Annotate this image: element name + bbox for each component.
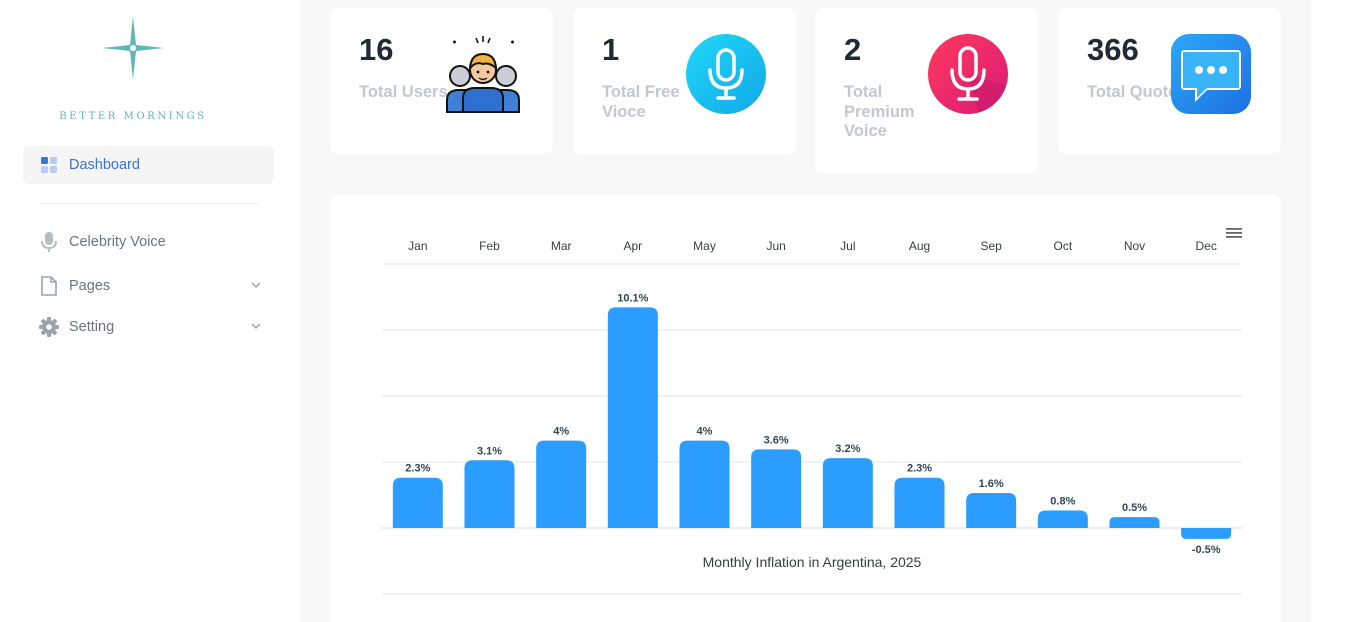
sidebar-item-label: Dashboard [69, 157, 140, 173]
x-tick-label: Jan [408, 239, 427, 253]
gear-icon [39, 317, 59, 337]
x-tick-label: Jul [840, 239, 855, 253]
chart-menu-icon[interactable] [1225, 226, 1243, 240]
data-label: 3.6% [764, 434, 789, 446]
data-label: 0.8% [1050, 496, 1075, 508]
data-label: 3.1% [477, 445, 502, 457]
stat-value: 366 [1087, 32, 1139, 67]
stat-value: 16 [359, 32, 394, 67]
x-tick-label: Apr [623, 239, 642, 253]
data-label: 3.2% [835, 443, 860, 455]
bar-aug [894, 477, 945, 528]
x-tick-label: May [693, 239, 716, 253]
microphone-icon [39, 232, 59, 252]
chevron-down-icon[interactable] [250, 279, 262, 291]
sidebar-item-pages[interactable]: Pages [23, 267, 274, 305]
bar-dec [1181, 528, 1232, 539]
bar-jan [392, 477, 443, 528]
logo-text: BETTER MORNINGS [59, 111, 207, 122]
bar-apr [607, 307, 658, 528]
x-tick-label: Feb [479, 239, 500, 253]
chat-bubble-icon [1171, 34, 1251, 114]
bar-oct [1037, 510, 1088, 528]
dashboard-icon [39, 155, 59, 175]
stat-card-free-voice: 1 Total Free Vioce [573, 8, 796, 154]
sidebar-item-setting[interactable]: Setting [23, 308, 274, 346]
stat-card-quote: 366 Total Quote [1058, 8, 1281, 154]
stat-card-premium-voice: 2 Total Premium Voice [815, 8, 1038, 174]
bar-feb [464, 460, 515, 528]
sidebar-item-label: Celebrity Voice [69, 234, 166, 250]
sidebar-item-dashboard[interactable]: Dashboard [23, 146, 274, 184]
stat-card-users: 16 Total Users [330, 8, 553, 154]
stat-label: Total Premium Voice [844, 83, 915, 140]
sidebar-divider [40, 203, 258, 204]
star-logo-icon [102, 16, 164, 80]
chart-panel: Jan 2.3% Feb 3.1% Mar 4% Apr 10.1% May 4% Jun 3.6% J… [330, 195, 1281, 622]
users-group-icon [446, 36, 520, 113]
data-label: 1.6% [979, 478, 1004, 490]
data-label: 10.1% [617, 292, 648, 304]
right-strip [1311, 0, 1351, 622]
data-label: 4% [553, 426, 569, 438]
sidebar-item-label: Pages [69, 278, 111, 294]
x-tick-label: Nov [1124, 239, 1145, 253]
x-tick-label: Aug [909, 239, 930, 253]
bar-jun [751, 449, 802, 528]
sidebar-item-label: Setting [69, 319, 115, 335]
x-tick-label: Jun [766, 239, 785, 253]
bar-jul [822, 458, 873, 528]
bar-nov [1109, 517, 1160, 528]
x-tick-label: Sep [980, 239, 1002, 253]
bar-may [679, 440, 730, 528]
data-label: 2.3% [907, 463, 932, 475]
data-label: 4% [697, 426, 713, 438]
data-label: 2.3% [405, 463, 430, 475]
logo[interactable]: BETTER MORNINGS [52, 14, 214, 124]
data-label: 0.5% [1122, 502, 1147, 514]
bar-sep [966, 493, 1017, 528]
x-tick-label: Mar [551, 239, 572, 253]
x-tick-label: Dec [1195, 239, 1216, 253]
data-label: -0.5% [1192, 544, 1221, 556]
sidebar-item-celebrity-voice[interactable]: Celebrity Voice [23, 223, 274, 261]
microphone-cyan-icon [686, 34, 766, 114]
document-icon [39, 276, 59, 296]
bar-mar [536, 440, 587, 528]
sidebar: BETTER MORNINGS Dashboard Celebrity Voic… [0, 0, 300, 622]
chevron-down-icon[interactable] [250, 320, 262, 332]
stat-value: 1 [602, 32, 620, 67]
stat-value: 2 [844, 32, 862, 67]
inflation-bar-chart: Jan 2.3% Feb 3.1% Mar 4% Apr 10.1% May 4% Jun 3.6% J… [382, 239, 1242, 595]
microphone-red-icon [928, 34, 1008, 114]
x-tick-label: Oct [1053, 239, 1072, 253]
chart-title: Monthly Inflation in Argentina, 2025 [703, 554, 922, 570]
